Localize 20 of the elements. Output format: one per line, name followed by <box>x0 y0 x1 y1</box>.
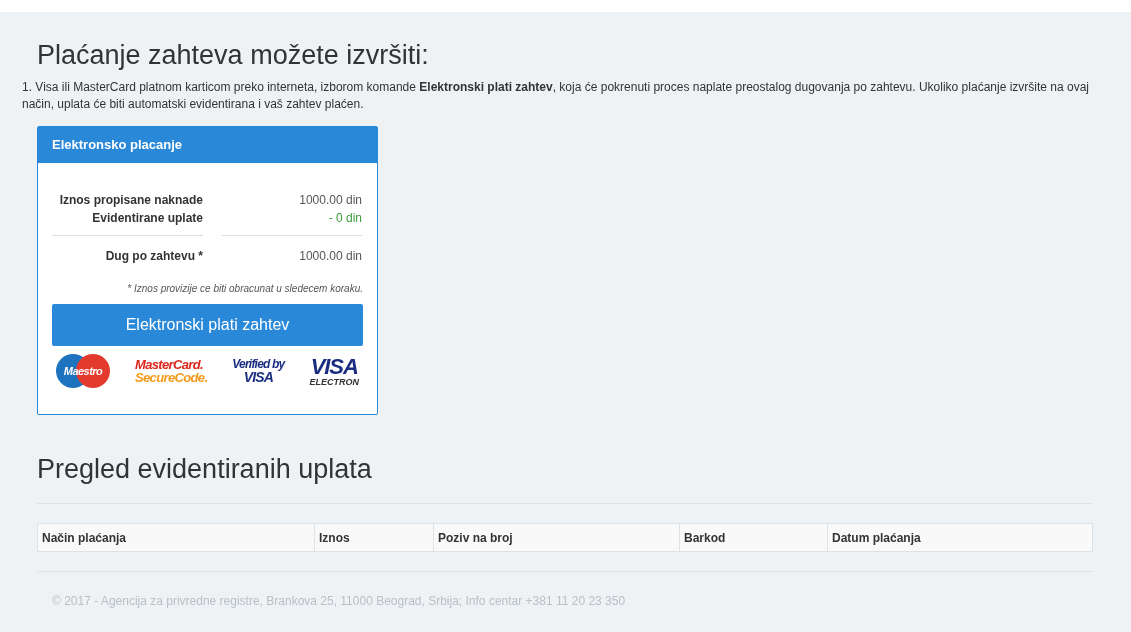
pay-button[interactable]: Elektronski plati zahtev <box>52 304 363 346</box>
intro-paragraph: 1. Visa ili MasterCard platnom karticom preko interneta, izborom komande Elektronski plati zahtev, koja će pokrenuti proces naplate preostalog dugovanja po zahtevu. Ukoliko plaćanje izvršite na ovaj način, uplata će biti automatski evidentirana i vaš zahtev plaćen. <box>22 79 1090 113</box>
column-header: Način plaćanja <box>41 529 128 547</box>
amount-label: Evidentirane uplate <box>91 210 203 227</box>
total-label: Dug po zahtevu * <box>104 248 203 265</box>
column-header: Iznos <box>314 524 433 551</box>
amount-value: 1000.00 din <box>298 192 362 209</box>
page-title: Plaćanje zahteva možete izvršiti: <box>36 39 430 72</box>
total-value: 1000.00 din <box>298 248 362 265</box>
fee-note: * Iznos provizije ce biti obracunat u sledecem koraku. <box>126 282 363 296</box>
section-title: Pregled evidentiranih uplata <box>36 453 373 486</box>
mastercard-securecode-logo: MasterCard. SecureCode. <box>135 358 208 384</box>
amount-value: - 0 din <box>327 210 362 227</box>
column-header: Barkod <box>679 524 827 551</box>
visa-electron-logo: VISA ELECTRON <box>309 355 359 387</box>
amount-label: Iznos propisane naknade <box>58 192 203 209</box>
verified-by-visa-logo: Verified by VISA <box>232 358 285 384</box>
column-header: Poziv na broj <box>433 524 679 551</box>
card-header: Elektronsko placanje <box>38 127 377 163</box>
column-header: Datum plaćanja <box>827 524 1092 551</box>
